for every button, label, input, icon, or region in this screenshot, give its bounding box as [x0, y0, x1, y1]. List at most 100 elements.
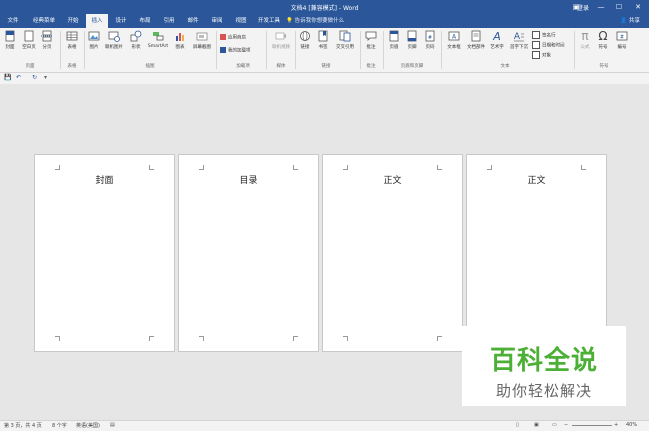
- person-icon: 👤: [620, 18, 628, 24]
- footer-button[interactable]: 页脚: [405, 30, 419, 50]
- dropcap-icon: A: [514, 32, 524, 42]
- doc-parts-button[interactable]: 文档部件: [465, 30, 487, 50]
- document-page[interactable]: 目录: [178, 154, 319, 352]
- tab-mailings[interactable]: 邮件: [182, 14, 204, 28]
- save-icon[interactable]: 💾: [4, 74, 11, 81]
- group-label-text: 文本: [500, 64, 510, 69]
- page-heading: 正文: [383, 176, 402, 186]
- svg-text:A: A: [514, 32, 521, 42]
- tab-review[interactable]: 审阅: [206, 14, 228, 28]
- print-layout-icon[interactable]: ▣: [534, 422, 539, 428]
- dropcap-button[interactable]: A 首字下沉: [508, 30, 530, 50]
- bookmark-button[interactable]: 书签: [316, 30, 330, 50]
- crop-mark: [55, 336, 60, 341]
- smartart-icon: [153, 32, 164, 41]
- read-mode-icon[interactable]: ▯: [516, 422, 519, 428]
- link-button[interactable]: 链接: [298, 30, 312, 50]
- online-video-button[interactable]: 联机视频: [269, 30, 293, 50]
- document-page[interactable]: 正文: [466, 154, 607, 352]
- numbering-icon: #: [616, 31, 628, 41]
- document-page[interactable]: 正文: [322, 154, 463, 352]
- group-label-symbols: 符号: [599, 64, 609, 69]
- numbering-button[interactable]: # 编号: [615, 30, 629, 50]
- online-picture-icon: [108, 31, 120, 42]
- object-button[interactable]: 对象: [532, 51, 551, 59]
- calendar-icon: [532, 41, 540, 49]
- zoom-slider[interactable]: [572, 425, 612, 426]
- addins-icon: [220, 47, 226, 53]
- group-label-addins: 加载项: [236, 64, 250, 69]
- ribbon-separator: [295, 31, 296, 69]
- undo-icon[interactable]: ↶: [16, 74, 21, 81]
- ribbon-options-icon[interactable]: ▣: [569, 2, 583, 12]
- cross-reference-icon: [339, 30, 351, 42]
- picture-button[interactable]: 图片: [87, 30, 101, 50]
- my-addins-button[interactable]: 我的加载项: [220, 47, 251, 54]
- table-icon: [66, 31, 78, 41]
- globe-link-icon: [300, 31, 310, 41]
- wordart-button[interactable]: A 艺术字: [488, 30, 506, 50]
- doc-parts-icon: [471, 30, 481, 42]
- document-page[interactable]: 封面: [34, 154, 175, 352]
- ribbon-insert: 封面 空白页 分页 页面 表格 表格 图片 联机图片 形状 SmartArt 图…: [0, 28, 649, 73]
- shapes-icon: [130, 30, 142, 42]
- proofing-icon[interactable]: ▤: [110, 422, 115, 428]
- tab-developer[interactable]: 开发工具: [254, 14, 284, 28]
- page-break-button[interactable]: 分页: [40, 30, 54, 50]
- qat-more-icon[interactable]: ▾: [44, 74, 47, 81]
- lightbulb-icon: 💡: [286, 18, 293, 24]
- signature-icon: [532, 31, 540, 39]
- tab-references[interactable]: 引用: [158, 14, 180, 28]
- store-button[interactable]: 应用商店: [220, 34, 246, 41]
- page-number-button[interactable]: # 页码: [423, 30, 437, 50]
- tab-design[interactable]: 设计: [110, 14, 132, 28]
- ribbon-separator: [216, 31, 217, 69]
- cover-page-icon: [5, 30, 15, 42]
- blank-page-icon: [24, 30, 34, 42]
- header-button[interactable]: 页眉: [387, 30, 401, 50]
- comment-button[interactable]: 批注: [363, 30, 379, 50]
- tab-insert[interactable]: 插入: [86, 14, 108, 28]
- tab-file[interactable]: 文件: [2, 14, 24, 28]
- language-indicator[interactable]: 英语(美国): [76, 422, 100, 429]
- equation-button[interactable]: π 公式: [578, 30, 592, 50]
- screenshot-button[interactable]: 屏幕截图: [190, 30, 214, 50]
- tell-me-box[interactable]: 💡 告诉我你想要做什么: [286, 14, 344, 28]
- share-button[interactable]: 👤 共享: [617, 16, 643, 26]
- word-count[interactable]: 8 个字: [52, 422, 67, 429]
- restore-icon[interactable]: ☐: [612, 2, 626, 12]
- tab-classic-menu[interactable]: 经典菜单: [28, 14, 60, 28]
- page-count[interactable]: 第 3 页，共 4 页: [4, 422, 42, 429]
- page-heading: 正文: [527, 176, 546, 186]
- tab-view[interactable]: 视图: [230, 14, 252, 28]
- header-icon: [389, 30, 399, 42]
- blank-page-button[interactable]: 空白页: [20, 30, 38, 50]
- symbol-button[interactable]: Ω 符号: [596, 30, 610, 50]
- tab-layout[interactable]: 布局: [134, 14, 156, 28]
- tell-me-text: 告诉我你想要做什么: [294, 18, 345, 24]
- tab-home[interactable]: 开始: [62, 14, 84, 28]
- zoom-in-icon[interactable]: +: [614, 422, 618, 428]
- zoom-out-icon[interactable]: −: [564, 422, 568, 428]
- table-button[interactable]: 表格: [64, 30, 80, 50]
- redo-icon[interactable]: ↻: [32, 74, 37, 81]
- ribbon-separator: [383, 31, 384, 69]
- cross-reference-button[interactable]: 交叉引用: [333, 30, 357, 50]
- footer-icon: [407, 30, 417, 42]
- chart-button[interactable]: 图表: [173, 30, 187, 50]
- datetime-button[interactable]: 日期和时间: [532, 41, 565, 49]
- cover-button[interactable]: 封面: [3, 30, 17, 50]
- ribbon-separator: [574, 31, 575, 69]
- online-picture-button[interactable]: 联机图片: [103, 30, 125, 50]
- page-heading: 封面: [95, 176, 114, 186]
- shapes-button[interactable]: 形状: [128, 30, 144, 50]
- minimize-icon[interactable]: —: [594, 2, 608, 12]
- store-icon: [220, 34, 226, 40]
- close-icon[interactable]: ✕: [631, 2, 645, 12]
- signature-line-button[interactable]: 签名行: [532, 31, 556, 39]
- smartart-button[interactable]: SmartArt: [146, 30, 170, 49]
- crop-mark: [149, 336, 154, 341]
- textbox-button[interactable]: A 文本框: [445, 30, 463, 50]
- web-layout-icon[interactable]: ▭: [552, 422, 557, 428]
- zoom-level[interactable]: 40%: [626, 422, 637, 428]
